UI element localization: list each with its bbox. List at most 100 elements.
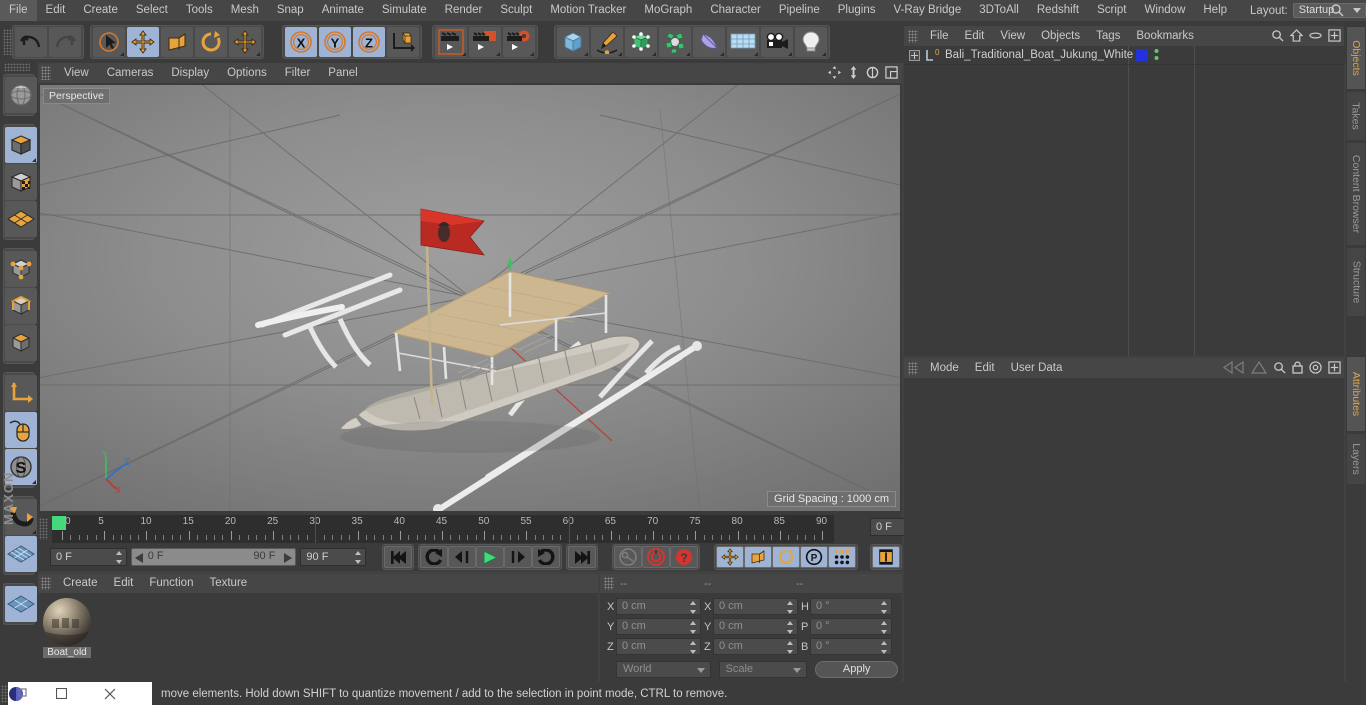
target-icon[interactable] [1309, 361, 1322, 374]
max-frame-field[interactable]: 90 F [300, 548, 367, 566]
viewport-solo-button[interactable] [5, 412, 37, 448]
plus-box-icon[interactable] [1328, 361, 1341, 374]
render-to-picture-viewer-button[interactable] [469, 27, 501, 57]
spinner-icon[interactable] [690, 641, 697, 654]
render-settings-button[interactable] [503, 27, 535, 57]
add-primitive-button[interactable] [557, 27, 589, 57]
material-menu-edit[interactable]: Edit [106, 574, 142, 593]
spinner-icon[interactable] [881, 641, 888, 654]
layer-color-swatch[interactable] [1136, 49, 1148, 61]
viewport-menu-cameras[interactable]: Cameras [98, 63, 163, 83]
menu-item-tools[interactable]: Tools [177, 0, 222, 21]
timeline-playhead[interactable] [52, 516, 66, 530]
world-object-coordinates-toggle[interactable] [387, 27, 419, 57]
spinner-icon[interactable] [787, 601, 794, 614]
rotate-tool[interactable] [195, 27, 227, 57]
menu-item-help[interactable]: Help [1194, 0, 1236, 21]
coordinates-drag-handle[interactable] [604, 577, 614, 590]
object-tree-row[interactable]: 0 Bali_Traditional_Boat_Jukung_White [904, 46, 1344, 65]
tab-takes[interactable]: Takes [1346, 91, 1366, 141]
go-to-end-button[interactable] [568, 546, 597, 568]
step-forward-button[interactable] [504, 546, 533, 568]
coordinate-system-dropdown[interactable]: World [616, 661, 711, 678]
menu-item-vray-bridge[interactable]: V-Ray Bridge [884, 0, 970, 21]
attributes-drag-handle[interactable] [908, 361, 918, 375]
render-view-button[interactable] [435, 27, 467, 57]
next-keyframe-button[interactable] [532, 546, 561, 568]
object-visibility-dots[interactable] [1154, 48, 1159, 62]
material-preview-sphere[interactable] [43, 598, 91, 646]
menu-item-redshift[interactable]: Redshift [1028, 0, 1088, 21]
coord-field-rot-h[interactable]: 0 ° [810, 598, 892, 615]
menu-item-select[interactable]: Select [127, 0, 177, 21]
expand-toggle-icon[interactable] [909, 49, 920, 61]
time-field[interactable]: 0 F [50, 548, 127, 566]
coord-field-size-x[interactable]: 0 cm [713, 598, 798, 615]
play-button[interactable] [476, 546, 505, 568]
add-spline-button[interactable] [591, 27, 623, 57]
zoom-view-icon[interactable] [847, 66, 860, 79]
scale-tool[interactable] [161, 27, 193, 57]
polygon-mode-button[interactable] [5, 325, 37, 361]
object-tree[interactable]: 0 Bali_Traditional_Boat_Jukung_White [904, 46, 1344, 356]
at-menu-user-data[interactable]: User Data [1003, 358, 1071, 378]
boat-3d-model[interactable] [40, 85, 900, 511]
menu-item-render[interactable]: Render [436, 0, 492, 21]
coord-field-pos-y[interactable]: 0 cm [616, 618, 701, 635]
at-menu-edit[interactable]: Edit [967, 358, 1003, 378]
menu-item-plugins[interactable]: Plugins [829, 0, 885, 21]
search-icon[interactable] [1271, 29, 1284, 42]
step-back-button[interactable] [448, 546, 477, 568]
edge-mode-button[interactable] [5, 288, 37, 324]
tab-structure[interactable]: Structure [1346, 247, 1366, 317]
workplane-mode-button[interactable] [5, 201, 37, 237]
spinner-icon[interactable] [115, 551, 123, 564]
coord-field-size-z[interactable]: 0 cm [713, 638, 798, 655]
model-mode-button[interactable] [5, 127, 37, 163]
rail-drag-handle[interactable] [4, 63, 30, 71]
material-menu-texture[interactable]: Texture [201, 574, 255, 593]
move-view-icon[interactable] [828, 66, 841, 79]
menu-item-script[interactable]: Script [1088, 0, 1135, 21]
at-menu-mode[interactable]: Mode [922, 358, 967, 378]
lock-icon[interactable] [1292, 361, 1303, 374]
undo-view-tool[interactable] [5, 77, 37, 113]
keyframe-help-button[interactable]: ? [670, 546, 699, 568]
add-deformer-button[interactable] [659, 27, 691, 57]
tab-attributes[interactable]: Attributes [1346, 356, 1366, 432]
menu-item-snap[interactable]: Snap [268, 0, 313, 21]
toolbar-drag-handle[interactable] [3, 29, 12, 55]
add-floor-button[interactable] [727, 27, 759, 57]
prev-icon[interactable] [1223, 361, 1245, 374]
object-name-label[interactable]: Bali_Traditional_Boat_Jukung_White [945, 49, 1133, 61]
maximize-view-icon[interactable] [885, 66, 898, 79]
menu-item-simulate[interactable]: Simulate [373, 0, 436, 21]
record-rotation-button[interactable] [772, 546, 801, 568]
move-duplicate-tool[interactable] [229, 27, 261, 57]
record-pla-button[interactable]: P [800, 546, 829, 568]
tab-layers[interactable]: Layers [1346, 433, 1366, 485]
menu-item-motion-tracker[interactable]: Motion Tracker [541, 0, 635, 21]
record-parameter-button[interactable] [828, 546, 857, 568]
next-icon[interactable] [1251, 361, 1267, 374]
spinner-icon[interactable] [355, 551, 362, 564]
tab-objects[interactable]: Objects [1346, 26, 1366, 90]
perspective-viewport[interactable]: Perspective Grid Spacing : 1000 cm Y Z X [40, 85, 900, 511]
om-menu-edit[interactable]: Edit [957, 26, 993, 46]
om-menu-view[interactable]: View [992, 26, 1033, 46]
spinner-icon[interactable] [787, 621, 794, 634]
material-list[interactable]: Boat_old [38, 593, 598, 682]
coord-field-size-y[interactable]: 0 cm [713, 618, 798, 635]
viewport-menu-view[interactable]: View [55, 63, 98, 83]
om-menu-bookmarks[interactable]: Bookmarks [1128, 26, 1202, 46]
spinner-icon[interactable] [690, 601, 697, 614]
om-menu-file[interactable]: File [922, 26, 957, 46]
viewport-menu-display[interactable]: Display [162, 63, 218, 83]
window-close-button[interactable] [104, 688, 152, 700]
viewport-menu-filter[interactable]: Filter [276, 63, 320, 83]
menu-item-sculpt[interactable]: Sculpt [491, 0, 541, 21]
timeline-drag-handle[interactable] [39, 518, 48, 540]
material-menu-create[interactable]: Create [55, 574, 106, 593]
viewport-menu-options[interactable]: Options [218, 63, 276, 83]
material-drag-handle[interactable] [41, 577, 51, 590]
